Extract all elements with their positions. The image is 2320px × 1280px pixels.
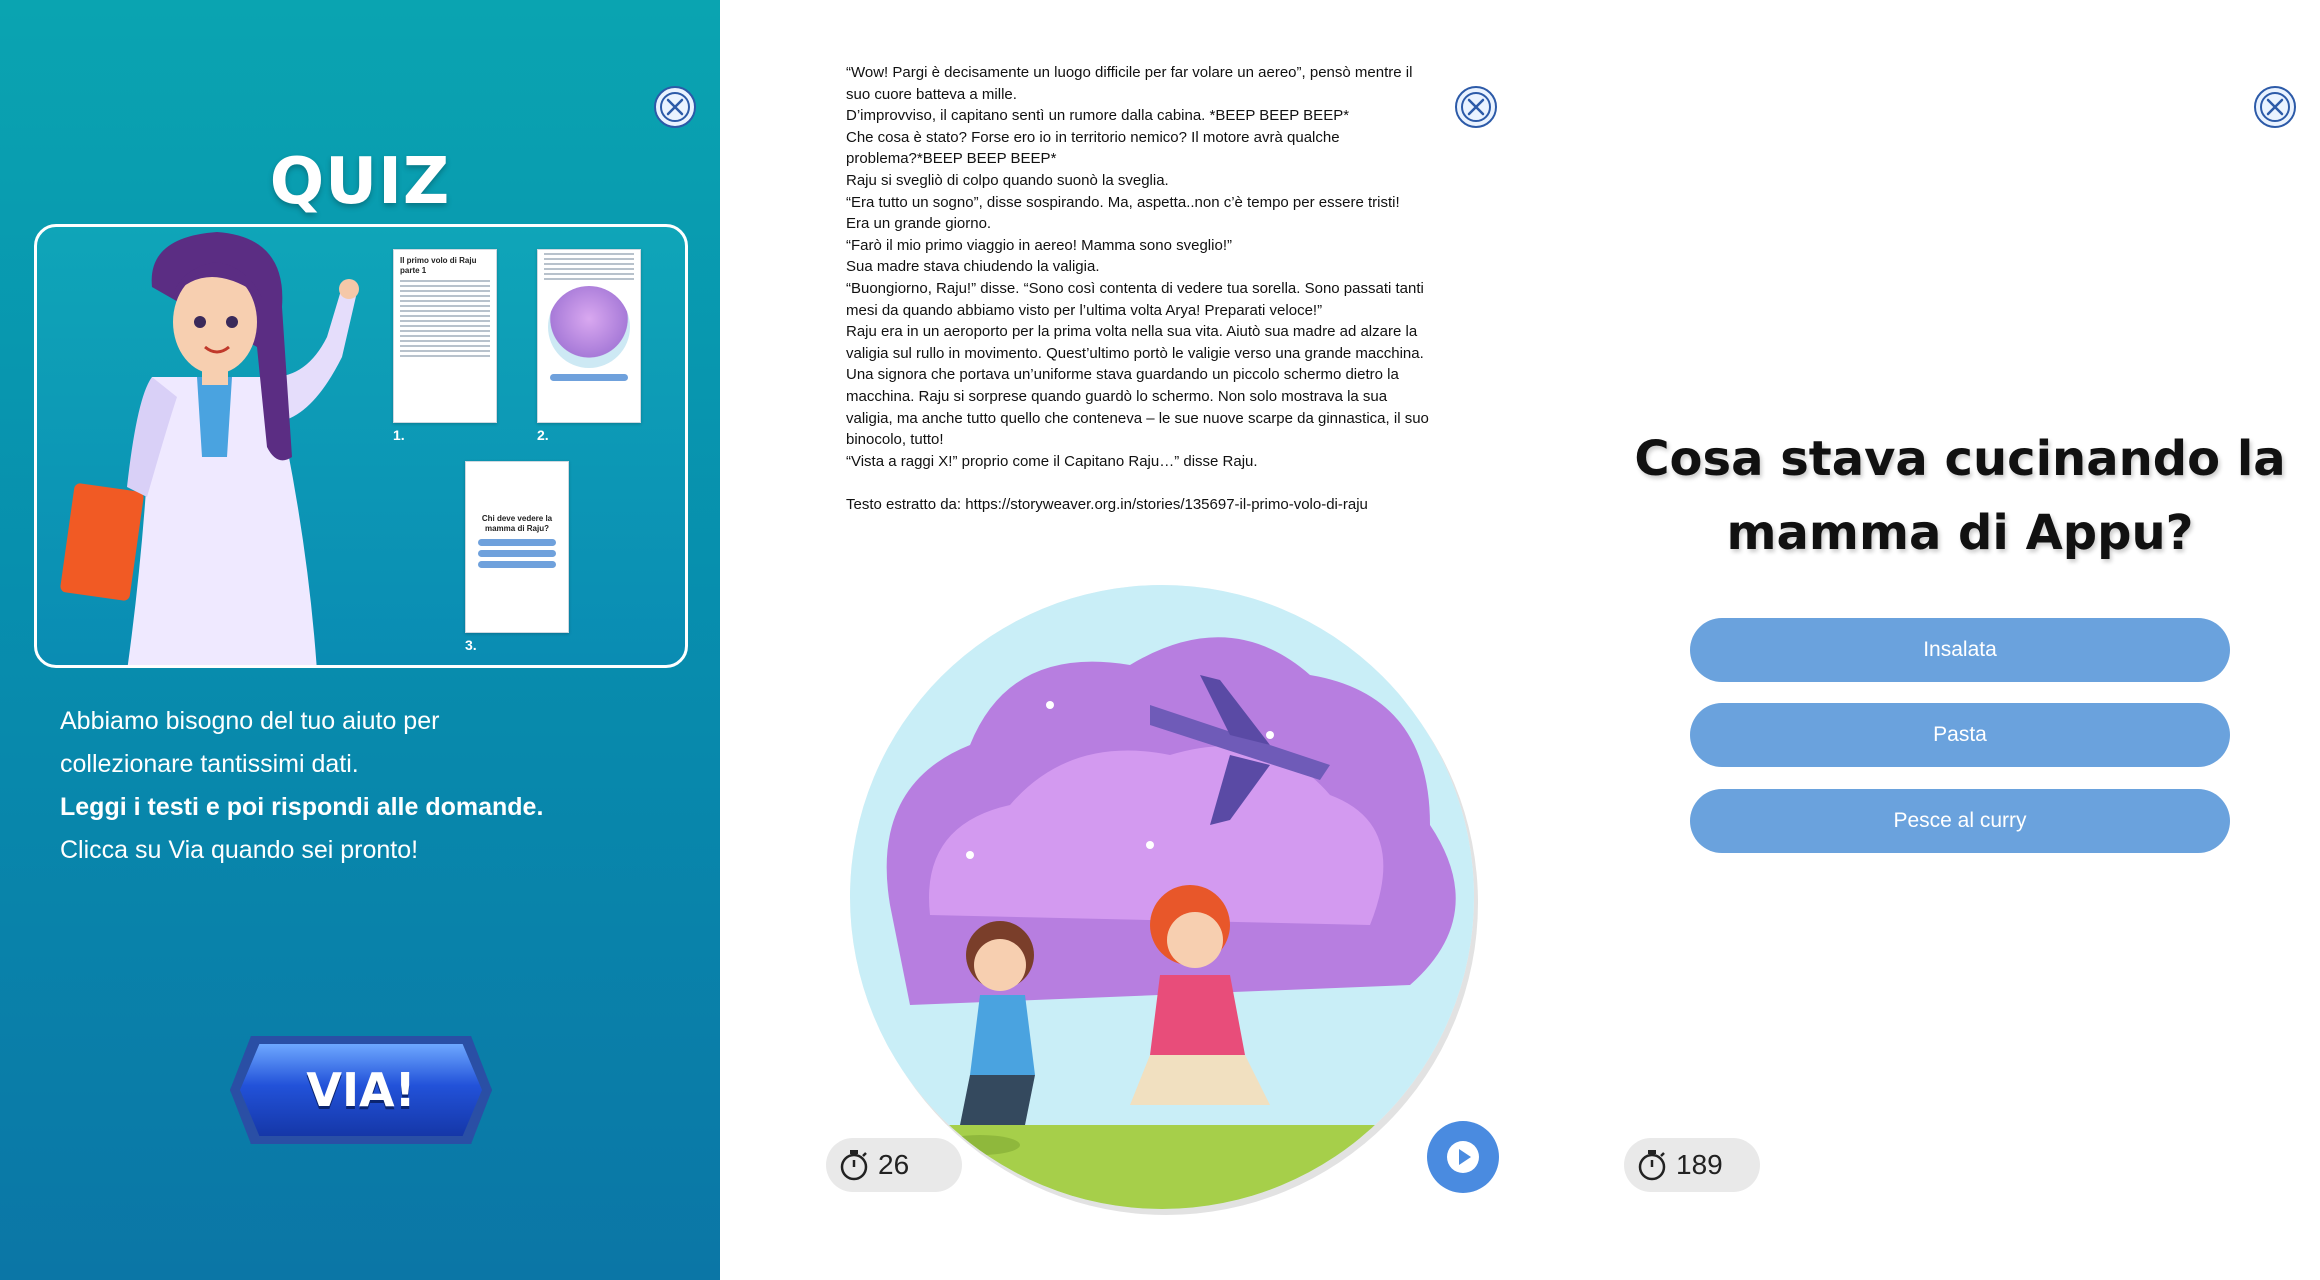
- story-line: Che cosa è stato? Forse ero io in territ…: [846, 128, 1340, 146]
- story-line: valigia, ma anche tutto quello che conte…: [846, 409, 1429, 427]
- preview-label-1: 1.: [393, 427, 405, 443]
- intro-line-bold: Leggi i testi e poi rispondi alle domand…: [60, 793, 544, 821]
- story-illustration: [850, 585, 1474, 1209]
- story-line: mesi da quando abbiamo visto per l’ultim…: [846, 301, 1323, 319]
- story-line: problema?*BEEP BEEP BEEP*: [846, 150, 1057, 168]
- answer-option-1[interactable]: Insalata: [1690, 618, 2230, 682]
- story-line: “Vista a raggi X!” proprio come il Capit…: [846, 452, 1258, 470]
- story-text: “Wow! Pargi è decisamente un luogo diffi…: [846, 62, 1486, 516]
- preview-page-1-title: Il primo volo di Raju parte 1: [400, 256, 477, 275]
- instructions-text: Abbiamo bisogno del tuo aiuto per collez…: [60, 700, 680, 872]
- answer-option-3[interactable]: Pesce al curry: [1690, 789, 2230, 853]
- story-line: binocolo, tutto!: [846, 431, 944, 449]
- preview-page-3-title: Chi deve vedere la mamma di Raju?: [481, 514, 553, 533]
- quiz-timer: 189: [1624, 1138, 1760, 1192]
- preview-page-2: [537, 249, 641, 423]
- story-timer-value: 26: [878, 1149, 910, 1180]
- close-icon[interactable]: [654, 86, 696, 128]
- story-timer: 26: [826, 1138, 962, 1192]
- story-line: “Era tutto un sogno”, disse sospirando. …: [846, 193, 1400, 211]
- preview-page-3: Chi deve vedere la mamma di Raju?: [465, 461, 569, 633]
- story-line: “Buongiorno, Raju!” disse. “Sono così co…: [846, 279, 1424, 297]
- preview-label-3: 3.: [465, 637, 477, 653]
- story-line: Raju era in un aeroporto per la prima vo…: [846, 323, 1418, 341]
- question-text: Cosa stava cucinando la mamma di Appu?: [1634, 431, 2286, 561]
- preview-label-2: 2.: [537, 427, 549, 443]
- story-line: Una signora che portava un’uniforme stav…: [846, 366, 1399, 384]
- answer-option-2[interactable]: Pasta: [1690, 703, 2230, 767]
- start-button-label: VIA!: [240, 1044, 482, 1136]
- story-line: Sua madre stava chiudendo la valigia.: [846, 258, 1100, 276]
- story-line: D’improvviso, il capitano sentì un rumor…: [846, 107, 1350, 125]
- stopwatch-icon: [840, 1150, 868, 1181]
- preview-page-1: Il primo volo di Raju parte 1: [393, 249, 497, 423]
- intro-line-2: collezionare tantissimi dati.: [60, 750, 359, 778]
- quiz-title: QUIZ: [269, 145, 451, 219]
- play-icon: [1447, 1141, 1479, 1173]
- story-line: “Farò il mio primo viaggio in aereo! Mam…: [846, 236, 1232, 254]
- story-line: valigia sul rullo in movimento. Quest’ul…: [846, 344, 1424, 362]
- intro-line-4: Clicca su Via quando sei pronto!: [60, 836, 419, 864]
- story-source: Testo estratto da: https://storyweaver.o…: [846, 496, 1368, 514]
- stopwatch-icon: [1638, 1150, 1666, 1181]
- quiz-preview: Il primo volo di Raju parte 1 1. 2. Chi …: [34, 224, 688, 668]
- story-line: suo cuore batteva a mille.: [846, 85, 1017, 103]
- close-icon[interactable]: [2254, 86, 2296, 128]
- quiz-timer-value: 189: [1676, 1149, 1723, 1180]
- play-button[interactable]: [1427, 1121, 1499, 1193]
- instructions-panel: QUIZ Il primo volo di Raju parte 1 1. 2.…: [0, 0, 720, 1280]
- intro-line-1: Abbiamo bisogno del tuo aiuto per: [60, 707, 440, 735]
- story-line: “Wow! Pargi è decisamente un luogo diffi…: [846, 64, 1413, 81]
- story-line: Raju si svegliò di colpo quando suonò la…: [846, 171, 1169, 189]
- start-button[interactable]: VIA!: [230, 1036, 492, 1144]
- story-line: macchina. Raju si sorprese quando guardò…: [846, 387, 1388, 405]
- story-line: Era un grande giorno.: [846, 215, 992, 233]
- doctor-illustration: [60, 232, 359, 665]
